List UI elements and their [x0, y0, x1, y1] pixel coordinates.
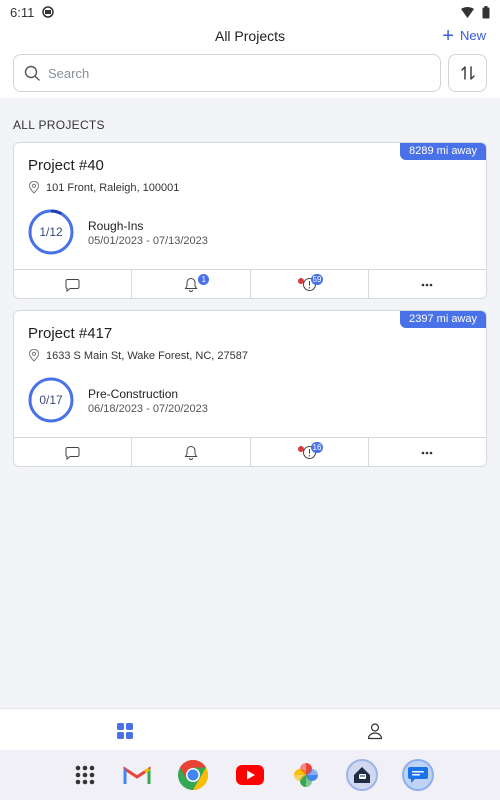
bell-icon [184, 277, 198, 292]
app-drawer-button[interactable] [69, 759, 101, 791]
section-label: ALL PROJECTS [13, 118, 105, 132]
progress-label: 1/12 [39, 225, 63, 239]
tasks-badge: 16 [310, 442, 324, 453]
address-text: 101 Front, Raleigh, 100001 [46, 181, 180, 194]
status-time: 6:11 [10, 4, 35, 20]
photos-app[interactable] [290, 759, 322, 791]
chrome-app[interactable] [177, 759, 209, 791]
app-dock [0, 750, 500, 800]
more-dots-icon [422, 283, 433, 286]
address-text: 1633 S Main St, Wake Forest, NC, 27587 [46, 349, 248, 362]
nav-profile-tab[interactable] [365, 721, 385, 741]
progress-ring: 0/17 [28, 377, 74, 423]
messages-icon [408, 767, 428, 783]
status-bar: 6:11 [0, 0, 500, 24]
bottom-nav [0, 708, 500, 750]
project-name: Project #40 [28, 157, 104, 174]
person-icon [367, 723, 383, 740]
app-indicator-icon [42, 6, 55, 18]
location-pin-icon [28, 181, 40, 194]
card-actions: 16 [14, 437, 486, 466]
project-address: 1633 S Main St, Wake Forest, NC, 27587 [28, 349, 248, 362]
comments-button[interactable] [14, 270, 133, 298]
alert-dot [297, 446, 304, 452]
wifi-icon [461, 6, 474, 18]
more-button[interactable] [369, 270, 486, 298]
search-box[interactable] [13, 54, 441, 92]
distance-badge: 8289 mi away [400, 143, 486, 160]
tasks-button[interactable]: 16 [251, 438, 369, 466]
battery-icon [482, 5, 490, 18]
project-card[interactable]: 8289 mi away Project #40 101 Front, Rale… [13, 142, 487, 299]
bell-icon [184, 445, 198, 460]
progress-label: 0/17 [39, 393, 63, 407]
project-name: Project #417 [28, 325, 113, 342]
alert-dot [297, 278, 304, 284]
sort-icon [460, 66, 475, 80]
house-chat-icon [354, 767, 370, 783]
messages-app[interactable] [402, 759, 434, 791]
search-icon [24, 65, 40, 81]
youtube-icon [236, 765, 264, 785]
app-drawer-icon [75, 765, 95, 785]
project-phase: Pre-Construction [88, 387, 179, 401]
plus-icon: + [442, 25, 454, 47]
notifications-button[interactable] [132, 438, 251, 466]
gmail-app[interactable] [121, 759, 153, 791]
new-button-label: New [459, 28, 486, 43]
grid-icon [117, 723, 133, 739]
comment-icon [65, 278, 80, 292]
tasks-badge: 59 [310, 274, 324, 285]
notification-badge: 1 [198, 274, 210, 285]
new-project-button[interactable]: + New [442, 26, 486, 46]
progress-ring: 1/12 [28, 209, 74, 255]
youtube-app[interactable] [234, 759, 266, 791]
distance-badge: 2397 mi away [400, 311, 486, 328]
gmail-icon [123, 766, 151, 784]
app-header: All Projects + New [0, 24, 500, 98]
more-button[interactable] [369, 438, 486, 466]
search-input[interactable] [48, 65, 408, 81]
notifications-button[interactable]: 1 [132, 270, 251, 298]
comments-button[interactable] [14, 438, 133, 466]
photos-icon [294, 763, 318, 787]
project-card[interactable]: 2397 mi away Project #417 1633 S Main St… [13, 310, 487, 467]
field-app[interactable] [346, 759, 378, 791]
comment-icon [65, 446, 80, 460]
tasks-button[interactable]: 59 [251, 270, 369, 298]
sort-button[interactable] [448, 54, 487, 92]
project-address: 101 Front, Raleigh, 100001 [28, 181, 179, 194]
chrome-icon [178, 760, 209, 790]
more-dots-icon [422, 451, 433, 454]
page-title: All Projects [214, 28, 286, 44]
project-phase: Rough-Ins [88, 219, 144, 233]
project-dates: 05/01/2023 - 07/13/2023 [88, 235, 208, 247]
project-dates: 06/18/2023 - 07/20/2023 [88, 403, 208, 415]
location-pin-icon [28, 349, 40, 362]
card-actions: 1 59 [14, 269, 486, 298]
nav-projects-tab[interactable] [115, 721, 135, 741]
